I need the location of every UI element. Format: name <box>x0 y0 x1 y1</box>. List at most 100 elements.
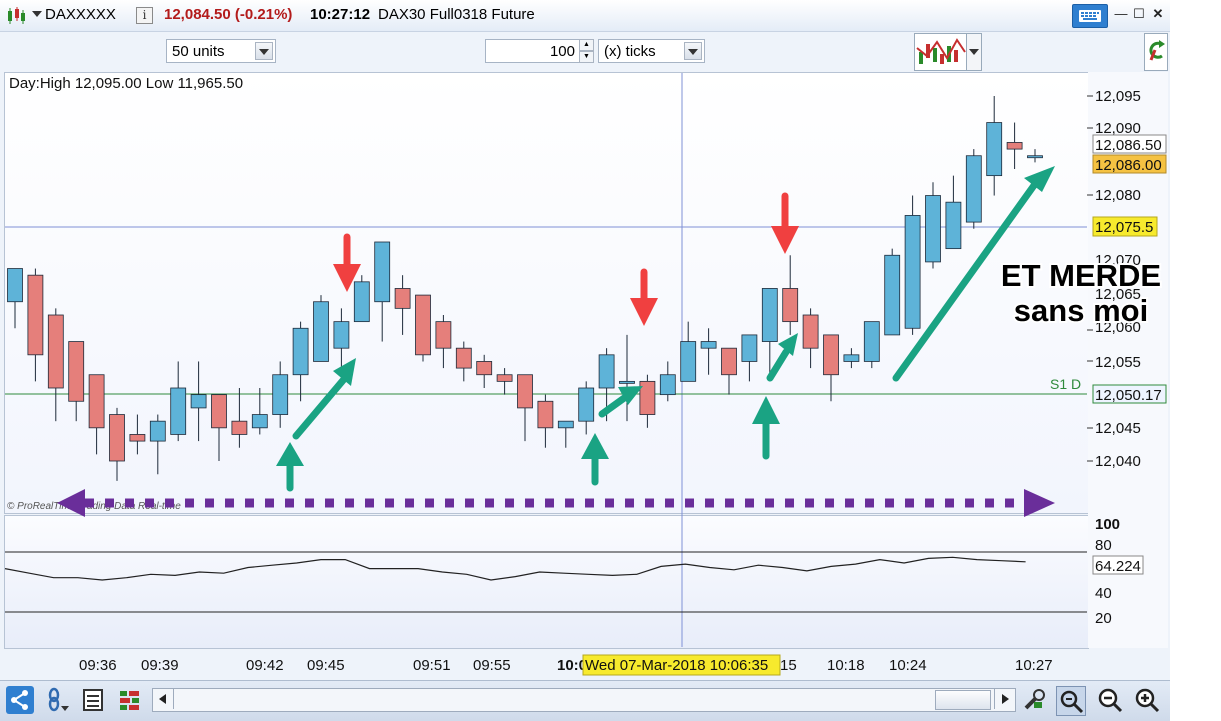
candle-bullish <box>925 195 941 263</box>
candle-bullish <box>843 354 860 362</box>
osc-y-tick: 20 <box>1095 610 1112 627</box>
candle-bearish <box>455 347 472 369</box>
candle-bullish <box>190 394 207 409</box>
y-tick: 12,040 <box>1095 453 1141 470</box>
link-icon[interactable] <box>42 686 70 714</box>
candle-bearish <box>27 274 44 356</box>
candle-bullish <box>598 354 615 389</box>
candle-bearish <box>802 314 819 349</box>
x-tick: 09:55 <box>473 657 511 674</box>
x-tick: 09:42 <box>246 657 284 674</box>
copyright-label: © ProRealTime Trading Data Real-time <box>7 501 181 512</box>
zoom-out-icon[interactable] <box>1096 686 1124 714</box>
price-tag-high-text: 12,086.50 <box>1095 137 1162 154</box>
candle-bullish <box>353 281 370 323</box>
candle-bearish <box>496 374 513 382</box>
zoom-in-icon[interactable] <box>1133 686 1161 714</box>
candle-bearish <box>537 400 554 429</box>
candle-bullish <box>170 387 187 435</box>
candle-bullish <box>700 341 717 349</box>
tools-icon[interactable] <box>1020 686 1048 714</box>
green-up-arrow-icon <box>276 442 304 492</box>
candle-bearish <box>435 321 452 349</box>
candle-bullish <box>986 122 1003 177</box>
candle-bearish <box>476 361 493 376</box>
x-tick: 10:27 <box>1015 657 1053 674</box>
bottom-toolbar <box>0 680 1170 721</box>
candle-bullish <box>884 254 901 336</box>
share-icon[interactable] <box>6 686 34 714</box>
candle-bullish <box>965 155 982 223</box>
candle-bearish <box>721 347 737 376</box>
annotation-line1: ET MERDE <box>1001 258 1161 293</box>
candle-bullish <box>149 420 166 442</box>
candle-bullish <box>904 215 921 329</box>
candle-bullish <box>741 334 758 362</box>
candle-bullish <box>1027 155 1043 159</box>
scroll-left-icon[interactable] <box>153 689 174 709</box>
candle-bullish <box>272 374 289 415</box>
red-down-arrow-icon <box>771 192 799 254</box>
candle-bearish <box>88 374 105 429</box>
x-tick: 09:39 <box>141 657 179 674</box>
candle-bearish <box>211 394 227 429</box>
zoom-fit-icon[interactable] <box>1056 686 1086 716</box>
candle-bullish <box>557 420 574 429</box>
candle-bearish <box>415 294 431 356</box>
report-icon[interactable] <box>80 686 108 714</box>
candles-group <box>7 96 1043 481</box>
candle-bullish <box>659 374 676 396</box>
candle-bullish <box>619 380 635 384</box>
candle-bearish <box>231 420 248 435</box>
chart-canvas[interactable]: Day:High 12,095.00 Low 11,965.50 © ProRe… <box>0 0 1170 680</box>
candle-bearish <box>823 334 839 376</box>
annotation-line2: sans moi <box>1014 293 1148 328</box>
scroll-thumb[interactable] <box>935 690 991 710</box>
candle-bullish <box>945 201 962 250</box>
osc-y-tick: 80 <box>1095 537 1112 554</box>
crosshair-date: Wed 07-Mar-2018 10:06:35 <box>585 657 768 674</box>
x-tick: 09:51 <box>413 657 451 674</box>
chart-window: DAXXXXX i 12,084.50 (-0.21%) 10:27:12 DA… <box>0 0 1170 721</box>
y-tick: 12,045 <box>1095 420 1141 437</box>
indicator-list-icon[interactable] <box>116 686 144 714</box>
support-label: S1 D <box>1050 376 1081 392</box>
time-scrollbar[interactable] <box>152 688 1016 712</box>
scroll-right-icon[interactable] <box>994 689 1015 709</box>
candle-bullish <box>578 387 595 422</box>
green-up-arrow-icon <box>581 433 609 486</box>
red-down-arrow-icon <box>630 268 658 326</box>
y-tick: 12,055 <box>1095 354 1141 371</box>
candle-bearish <box>517 374 533 409</box>
arrow-left-icon <box>57 489 85 517</box>
price-tag-support-text: 12,050.17 <box>1095 387 1162 404</box>
y-tick: 12,095 <box>1095 88 1141 105</box>
osc-y-tick: 100 <box>1095 516 1120 533</box>
price-tag-crosshair-text: 12,075.5 <box>1095 219 1153 236</box>
candle-bullish <box>761 288 778 342</box>
x-tick: 15 <box>780 657 797 674</box>
candle-bearish <box>68 341 85 402</box>
candle-bearish <box>782 288 799 323</box>
candle-bearish <box>1006 142 1023 150</box>
y-tick: 12,080 <box>1095 187 1141 204</box>
candle-bearish <box>394 288 411 309</box>
candle-bullish <box>680 341 697 382</box>
green-up-arrow-icon <box>752 396 780 460</box>
price-tag-current-text: 12,086.00 <box>1095 157 1162 174</box>
osc-value: 64.224 <box>1095 558 1141 575</box>
candle-bullish <box>313 301 329 362</box>
candle-bullish <box>292 327 309 376</box>
candle-bearish <box>109 414 125 462</box>
green-diagonal-arrow-icon <box>598 386 643 418</box>
arrow-right-icon <box>1024 489 1055 517</box>
candle-bullish <box>333 321 350 349</box>
x-tick: 10:18 <box>827 657 865 674</box>
candle-bullish <box>374 241 391 303</box>
candle-bullish <box>251 414 268 429</box>
osc-y-tick: 40 <box>1095 585 1112 602</box>
x-tick: 09:45 <box>307 657 345 674</box>
y-tick: 12,090 <box>1095 120 1141 137</box>
candle-bearish <box>47 314 64 389</box>
x-tick: 10:24 <box>889 657 927 674</box>
